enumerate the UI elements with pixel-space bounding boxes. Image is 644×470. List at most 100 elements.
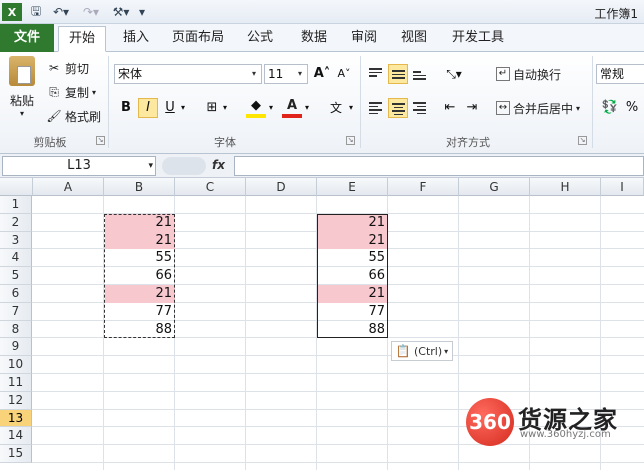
text-orientation-icon[interactable]: ⤡▾ bbox=[440, 64, 468, 84]
font-group-label: 字体 bbox=[214, 136, 236, 149]
column-header-a[interactable]: A bbox=[33, 178, 104, 196]
percent-icon[interactable]: % bbox=[622, 98, 642, 118]
tab-developer[interactable]: 开发工具 bbox=[446, 26, 510, 52]
row-header[interactable]: 12 bbox=[0, 391, 32, 410]
phonetic-icon[interactable]: 文 bbox=[324, 98, 348, 118]
font-name-value: 宋体 bbox=[118, 67, 143, 81]
grow-font-icon[interactable]: A˄ bbox=[312, 64, 332, 84]
bold-button[interactable]: B bbox=[116, 98, 136, 118]
paste-options-label: (Ctrl) bbox=[414, 344, 443, 358]
tools-icon[interactable]: ⚒▾ bbox=[110, 3, 132, 21]
chevron-down-icon: ▾ bbox=[92, 87, 97, 97]
align-bottom-button[interactable] bbox=[410, 64, 430, 84]
merge-center-button[interactable]: ↔ 合并后居中 ▾ bbox=[496, 98, 580, 118]
font-name-combo[interactable]: 宋体 ▾ bbox=[114, 64, 262, 84]
row-header[interactable]: 14 bbox=[0, 427, 32, 446]
underline-button[interactable]: U bbox=[160, 98, 180, 118]
borders-icon[interactable]: ⊞ bbox=[202, 98, 222, 118]
tab-view[interactable]: 视图 bbox=[392, 26, 436, 52]
column-header-h[interactable]: H bbox=[530, 178, 601, 196]
select-all-corner[interactable] bbox=[0, 178, 33, 196]
pasted-range bbox=[317, 213, 388, 339]
gridline-h bbox=[32, 355, 644, 357]
window-title: 工作簿1 bbox=[594, 7, 638, 21]
tab-insert[interactable]: 插入 bbox=[114, 26, 158, 52]
column-header-e[interactable]: E bbox=[317, 178, 388, 196]
column-header-b[interactable]: B bbox=[104, 178, 175, 196]
font-launcher-icon[interactable]: ↘ bbox=[346, 136, 355, 145]
paste-icon bbox=[9, 56, 35, 86]
align-left-button[interactable] bbox=[366, 98, 386, 118]
scissors-icon: ✂ bbox=[48, 61, 60, 75]
tab-file[interactable]: 文件 bbox=[0, 24, 54, 52]
chevron-down-icon: ▾ bbox=[444, 346, 449, 356]
undo-icon[interactable]: ↶▾ bbox=[50, 3, 72, 21]
gridline-h bbox=[32, 462, 644, 463]
row-header[interactable]: 4 bbox=[0, 249, 32, 268]
wrap-text-button[interactable]: ↵ 自动换行 bbox=[496, 64, 561, 84]
name-box[interactable]: L13 ▾ bbox=[2, 156, 156, 176]
format-painter-button[interactable]: 🖌 格式刷 bbox=[46, 106, 101, 126]
font-color-icon[interactable]: A bbox=[282, 98, 302, 118]
name-box-value: L13 bbox=[67, 158, 91, 173]
row-header[interactable]: 1 bbox=[0, 196, 32, 214]
tab-page-layout[interactable]: 页面布局 bbox=[168, 26, 228, 52]
column-header-f[interactable]: F bbox=[388, 178, 459, 196]
row-header[interactable]: 10 bbox=[0, 356, 32, 374]
row-header[interactable]: 3 bbox=[0, 231, 32, 250]
copy-button[interactable]: ⎘ 复制 ▾ bbox=[46, 82, 96, 102]
column-header-d[interactable]: D bbox=[246, 178, 317, 196]
row-header[interactable]: 5 bbox=[0, 267, 32, 285]
formula-bar-resize-handle[interactable] bbox=[162, 157, 206, 175]
font-size-combo[interactable]: 11 ▾ bbox=[264, 64, 308, 84]
fill-color-icon[interactable]: ◆ bbox=[246, 98, 266, 118]
tab-home[interactable]: 开始 bbox=[58, 26, 106, 52]
row-header[interactable]: 9 bbox=[0, 338, 32, 357]
chevron-down-icon[interactable]: ▾ bbox=[302, 98, 312, 118]
chevron-down-icon[interactable]: ▾ bbox=[178, 98, 188, 118]
shrink-font-icon[interactable]: A˅ bbox=[334, 64, 354, 84]
row-header[interactable]: 11 bbox=[0, 374, 32, 392]
gridline-h bbox=[32, 373, 644, 374]
group-divider bbox=[108, 56, 109, 148]
copy-range-marquee bbox=[104, 213, 175, 339]
redo-icon[interactable]: ↷▾ bbox=[80, 3, 102, 21]
row-header[interactable]: 13 bbox=[0, 409, 32, 428]
paste-button[interactable]: 粘贴 ▾ bbox=[4, 56, 40, 128]
row-header[interactable]: 8 bbox=[0, 320, 32, 339]
chevron-down-icon[interactable]: ▾ bbox=[220, 98, 230, 118]
column-header-i[interactable]: I bbox=[601, 178, 644, 196]
cut-button[interactable]: ✂ 剪切 bbox=[46, 58, 89, 78]
paste-options-button[interactable]: 📋 (Ctrl) ▾ bbox=[391, 341, 453, 361]
tab-review[interactable]: 审阅 bbox=[342, 26, 386, 52]
row-header[interactable]: 2 bbox=[0, 213, 32, 232]
save-icon[interactable]: 🖫 bbox=[28, 3, 44, 21]
formula-input[interactable] bbox=[234, 156, 644, 176]
row-header[interactable]: 7 bbox=[0, 302, 32, 321]
chevron-down-icon[interactable]: ▾ bbox=[266, 98, 276, 118]
increase-indent-icon[interactable]: ⇥ bbox=[462, 98, 482, 118]
merge-center-label: 合并后居中 bbox=[513, 101, 574, 116]
italic-button[interactable]: I bbox=[138, 98, 158, 118]
column-header-c[interactable]: C bbox=[175, 178, 246, 196]
align-top-button[interactable] bbox=[366, 64, 386, 84]
wrap-text-label: 自动换行 bbox=[513, 67, 562, 82]
currency-icon[interactable]: 💱 bbox=[598, 98, 622, 118]
row-header[interactable]: 15 bbox=[0, 445, 32, 463]
clipboard-launcher-icon[interactable]: ↘ bbox=[96, 136, 105, 145]
align-middle-button[interactable] bbox=[388, 64, 408, 84]
row-header[interactable]: 6 bbox=[0, 285, 32, 303]
tab-formulas[interactable]: 公式 bbox=[238, 26, 282, 52]
cut-label: 剪切 bbox=[65, 61, 90, 76]
column-header-g[interactable]: G bbox=[459, 178, 530, 196]
formula-bar: L13 ▾ fx bbox=[0, 154, 644, 178]
customize-toolbar-icon[interactable]: ▾ bbox=[136, 3, 148, 21]
chevron-down-icon[interactable]: ▾ bbox=[346, 98, 356, 118]
decrease-indent-icon[interactable]: ⇤ bbox=[440, 98, 460, 118]
align-center-button[interactable] bbox=[388, 98, 408, 118]
alignment-launcher-icon[interactable]: ↘ bbox=[578, 136, 587, 145]
number-format-combo[interactable]: 常规 bbox=[596, 64, 644, 84]
tab-data[interactable]: 数据 bbox=[292, 26, 336, 52]
insert-function-icon[interactable]: fx bbox=[212, 158, 225, 172]
align-right-button[interactable] bbox=[410, 98, 430, 118]
